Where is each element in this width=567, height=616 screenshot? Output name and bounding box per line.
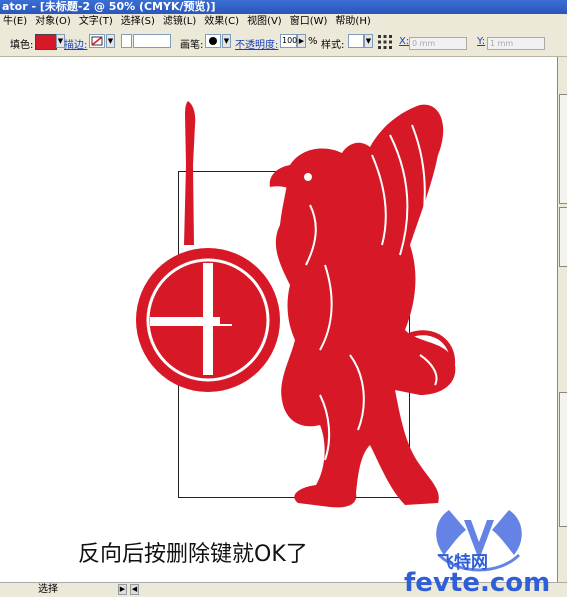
- brush-dot-icon: [209, 37, 217, 45]
- x-field[interactable]: 0 mm: [409, 37, 467, 50]
- y-label[interactable]: Y:: [477, 36, 485, 47]
- stroke-weight-stepper[interactable]: [121, 34, 132, 48]
- canvas-caption: 反向后按删除键就OK了: [78, 542, 308, 567]
- y-field[interactable]: 1 mm: [487, 37, 545, 50]
- stroke-swatch[interactable]: [89, 34, 105, 48]
- menu-bar: 牛(E) 对象(O) 文字(T) 选择(S) 滤镜(L) 效果(C) 视图(V)…: [0, 14, 567, 30]
- panel-color[interactable]: [559, 94, 567, 204]
- panel-swatches[interactable]: [559, 207, 567, 267]
- opacity-field[interactable]: 100: [280, 34, 297, 48]
- fill-swatch[interactable]: [35, 34, 57, 50]
- sword-shape: [184, 101, 196, 245]
- stroke-dropdown-arrow[interactable]: ▼: [106, 34, 115, 48]
- style-dropdown-arrow[interactable]: ▼: [364, 34, 373, 48]
- brush-swatch[interactable]: [205, 34, 221, 48]
- control-bar: 填色: ▼ 描边: ▼ 画笔: ▼ 不透明度: 100 ▶ % 样式: ▼ X:…: [0, 30, 567, 57]
- menu-view[interactable]: 视图(V): [244, 14, 287, 30]
- fill-label: 填色:: [10, 40, 34, 51]
- watermark-domain: fevte.com: [404, 568, 551, 598]
- status-menu-arrow[interactable]: ▶: [118, 584, 127, 595]
- style-swatch[interactable]: [348, 34, 364, 48]
- stroke-label[interactable]: 描边:: [64, 36, 87, 51]
- menu-edit[interactable]: 牛(E): [0, 14, 32, 30]
- brush-dropdown-arrow[interactable]: ▼: [222, 34, 231, 48]
- menu-help[interactable]: 帮助(H): [332, 14, 375, 30]
- style-label: 样式:: [321, 40, 345, 51]
- menu-filter[interactable]: 滤镜(L): [160, 14, 201, 30]
- reference-point-icon[interactable]: [377, 34, 393, 50]
- opacity-unit: %: [308, 36, 318, 47]
- stroke-weight-field[interactable]: [133, 34, 171, 48]
- status-scroll-left[interactable]: ◀: [130, 584, 139, 595]
- menu-window[interactable]: 窗口(W): [287, 14, 333, 30]
- no-stroke-icon: [91, 36, 103, 46]
- opacity-label[interactable]: 不透明度:: [235, 36, 278, 51]
- brush-label: 画笔:: [180, 40, 204, 51]
- panel-layers[interactable]: [559, 392, 567, 527]
- opacity-arrow[interactable]: ▶: [297, 34, 306, 48]
- status-tool-label: 选择: [38, 584, 58, 595]
- right-panel-dock: [557, 57, 567, 597]
- menu-select[interactable]: 选择(S): [118, 14, 160, 30]
- menu-object[interactable]: 对象(O): [32, 14, 76, 30]
- shield-cross-horizontal: [150, 317, 232, 326]
- x-label[interactable]: X:: [399, 36, 409, 47]
- menu-type[interactable]: 文字(T): [76, 14, 118, 30]
- menu-effect[interactable]: 效果(C): [201, 14, 244, 30]
- griffin-shield-artwork[interactable]: [120, 95, 460, 525]
- window-title: ator - [未标题-2 @ 50% (CMYK/预览)]: [0, 0, 567, 14]
- griffin-body-shape: [275, 104, 456, 508]
